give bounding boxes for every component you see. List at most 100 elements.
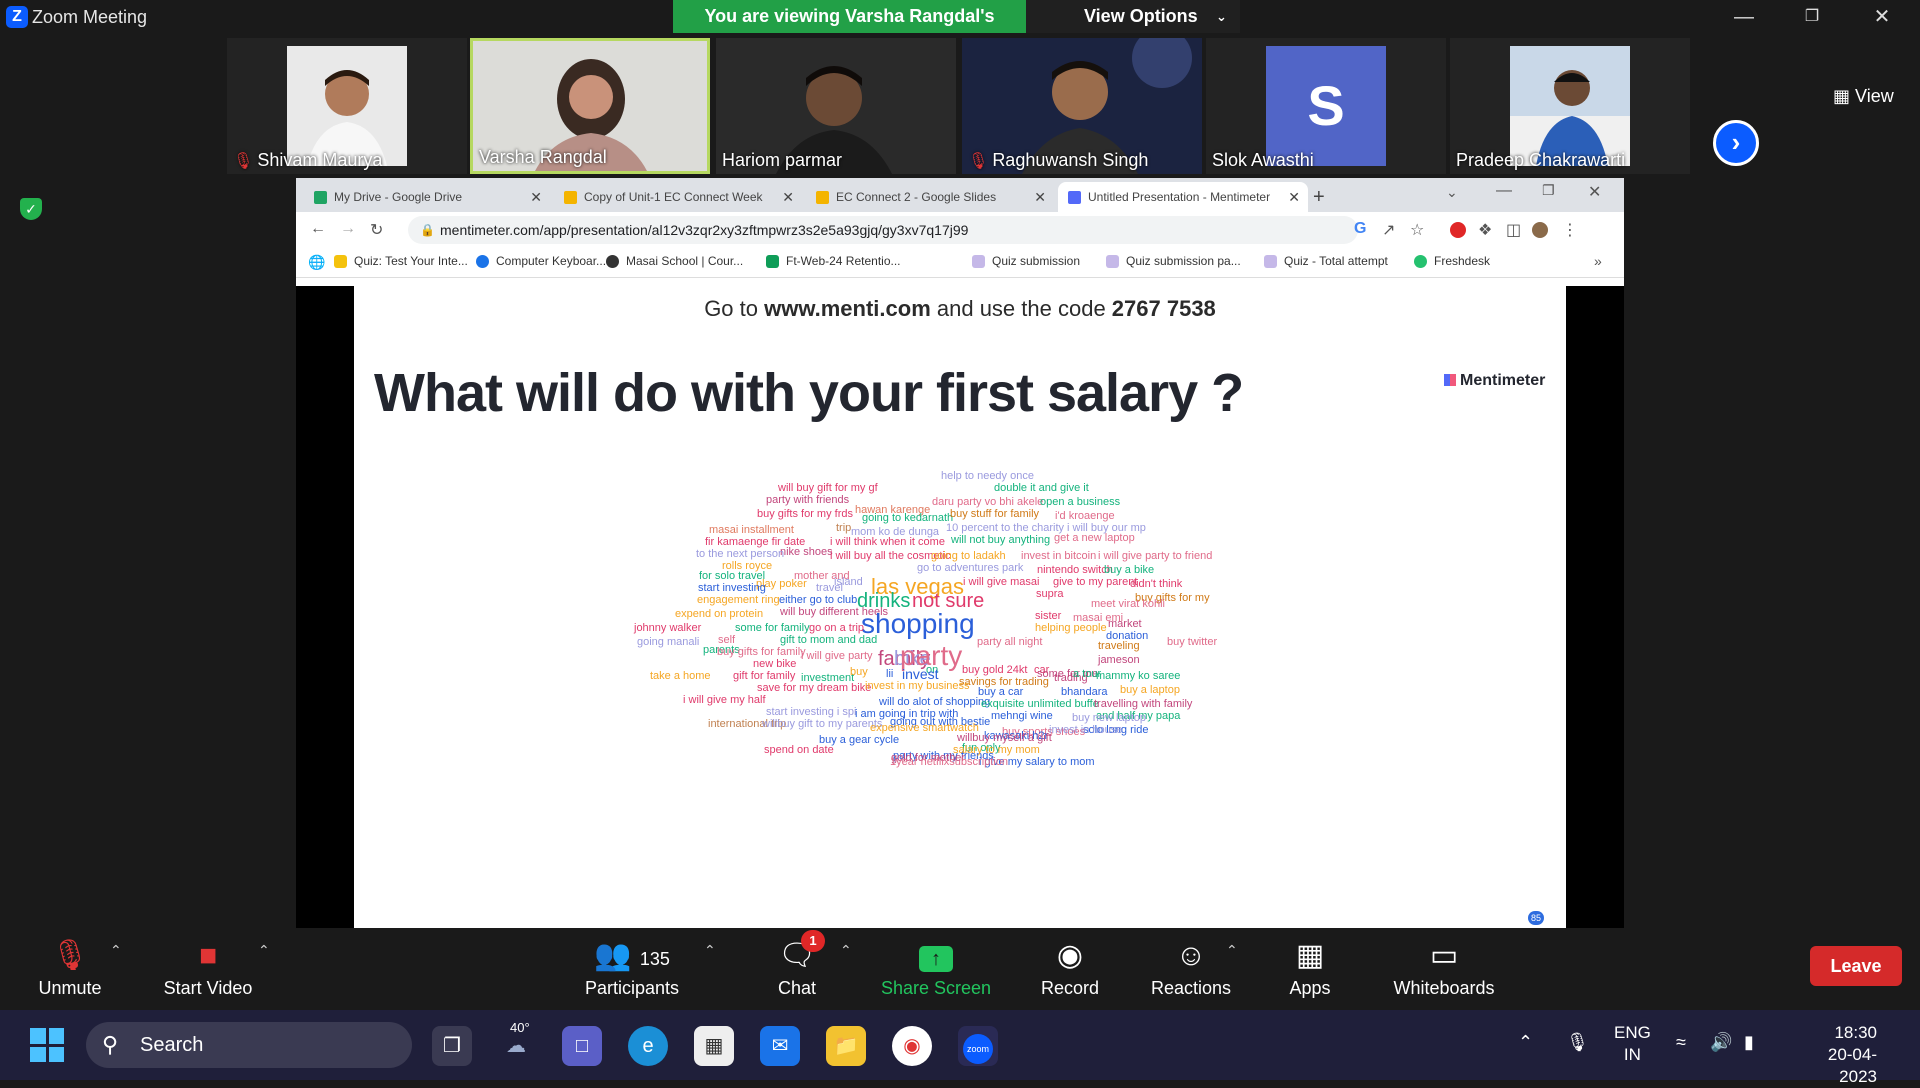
bookmark-item[interactable]: Quiz: Test Your Inte... [334,254,468,268]
word-cloud-word: either go to club [779,594,858,606]
menu-dots-icon[interactable]: ⋮ [1562,220,1578,240]
apps-button[interactable]: ▦ Apps [1280,936,1340,999]
participant-tile[interactable]: Hariom parmar [716,38,956,174]
participant-tile-active[interactable]: Varsha Rangdal [470,38,710,174]
close-tab-icon[interactable]: ✕ [1034,182,1046,212]
restore-button[interactable]: ❐ [1782,0,1842,34]
microsoft-store-icon[interactable]: ▦ [694,1026,734,1066]
battery-icon[interactable]: ▮ [1744,1032,1754,1053]
chrome-icon[interactable]: ◉ [892,1026,932,1066]
start-video-button[interactable]: ■ Start Video [150,936,266,999]
google-icon[interactable]: G [1354,220,1366,238]
bookmark-item[interactable]: Quiz submission [972,254,1080,268]
taskbar-search-box[interactable]: ⚲ Search [86,1022,412,1068]
share-icon[interactable]: ↗ [1382,220,1395,240]
security-shield-icon[interactable]: ✓ [20,198,42,220]
browser-tab[interactable]: EC Connect 2 - Google Slides ✕ [806,182,1054,212]
browser-tab[interactable]: My Drive - Google Drive ✕ [304,182,550,212]
word-cloud-word: traveling [1098,640,1140,652]
zoom-app-icon[interactable]: zoom [958,1026,998,1066]
word-cloud-word: i will give masai [963,576,1040,588]
bookmark-label: Quiz: Test Your Inte... [354,254,468,268]
participant-tile[interactable]: Pradeep Chakrawarti [1450,38,1690,174]
teams-chat-icon[interactable]: □ [562,1026,602,1066]
mail-icon[interactable]: ✉ [760,1026,800,1066]
extension-icon[interactable] [1450,222,1466,238]
word-cloud-word: go to adventures park [917,562,1024,574]
video-options-caret-icon[interactable]: ⌃ [258,942,270,959]
windows-taskbar: ⚲ Search 40° ❐ ☁ □ e ▦ ✉ 📁 ◉ zoom ⌃ 🎙 ENG… [0,1010,1920,1086]
address-bar[interactable]: 🔒 mentimeter.com/app/presentation/al12v3z… [408,216,1358,244]
share-screen-button[interactable]: ↑ Share Screen [876,936,996,999]
star-icon[interactable]: ☆ [1410,220,1424,240]
view-options-button[interactable]: View Options ⌄ [1026,0,1240,33]
word-cloud-word: buy twitter [1167,636,1218,648]
restore-button[interactable]: ❐ [1542,182,1555,199]
wifi-icon[interactable]: ≈ [1676,1032,1686,1053]
microphone-tray-icon[interactable]: 🎙 [1566,1032,1589,1053]
participant-name: Varsha Rangdal [479,147,607,167]
reactions-caret-icon[interactable]: ⌃ [1226,942,1238,959]
new-tab-button[interactable]: + [1313,182,1325,212]
minimize-button[interactable]: — [1714,0,1774,34]
bookmark-item[interactable]: Quiz - Total attempt [1264,254,1388,268]
sidepanel-icon[interactable]: ◫ [1506,220,1521,240]
close-window-button[interactable]: ✕ [1588,182,1601,202]
volume-icon[interactable]: 🔊 [1710,1032,1732,1053]
participant-name: Pradeep Chakrawarti [1456,150,1626,170]
close-button[interactable]: ✕ [1852,0,1912,34]
bookmark-label: Masai School | Cour... [626,254,744,268]
bookmark-item[interactable]: Computer Keyboar... [476,254,606,268]
participant-tile[interactable]: 🎙 Raghuwansh Singh [962,38,1202,174]
word-cloud-word: supra [1036,588,1064,600]
tab-search-icon[interactable]: ⌄ [1446,184,1458,201]
audio-options-caret-icon[interactable]: ⌃ [110,942,122,959]
file-explorer-icon[interactable]: 📁 [826,1026,866,1066]
back-icon[interactable]: ← [310,220,326,238]
reload-icon[interactable]: ↻ [370,220,383,240]
participant-video [1510,46,1630,166]
participant-tile[interactable]: S Slok Awasthi [1206,38,1446,174]
reactions-button[interactable]: ☺ Reactions [1146,936,1236,999]
close-tab-icon[interactable]: ✕ [782,182,794,212]
profile-avatar[interactable] [1532,222,1548,238]
leave-button[interactable]: Leave [1810,946,1902,986]
record-button[interactable]: ◉ Record [1030,936,1110,999]
whiteboards-label: Whiteboards [1393,978,1495,998]
extensions-puzzle-icon[interactable]: ❖ [1478,220,1492,240]
share-screen-label: Share Screen [880,978,992,998]
word-cloud-word: party with friends [766,494,850,506]
clock[interactable]: 18:30 20-04-2023 [1797,1022,1877,1088]
next-page-button[interactable]: › [1713,120,1759,166]
participants-caret-icon[interactable]: ⌃ [704,942,716,959]
forward-icon[interactable]: → [340,220,356,238]
chat-caret-icon[interactable]: ⌃ [840,942,852,959]
participant-tile[interactable]: 🎙 Shivam Maurya [227,38,467,174]
browser-tab[interactable]: Copy of Unit-1 EC Connect Week ✕ [554,182,802,212]
unmute-button[interactable]: 🎙 Unmute [28,936,112,999]
whiteboards-button[interactable]: ▭ Whiteboards [1386,936,1502,999]
close-tab-icon[interactable]: ✕ [1288,182,1300,212]
tray-overflow-icon[interactable]: ⌃ [1518,1032,1533,1053]
close-tab-icon[interactable]: ✕ [530,182,542,212]
weather-cloud-icon[interactable]: ☁ [496,1026,536,1066]
view-layout-button[interactable]: ▦ View [1833,86,1894,107]
bookmark-item[interactable]: Masai School | Cour... [606,254,743,268]
bookmark-item[interactable]: Quiz submission pa... [1106,254,1241,268]
edge-browser-icon[interactable]: e [628,1026,668,1066]
more-bookmarks-icon[interactable]: » [1594,253,1602,269]
language-indicator[interactable]: ENG IN [1614,1022,1651,1066]
shared-browser-window: My Drive - Google Drive ✕ Copy of Unit-1 … [296,178,1624,286]
bookmark-item[interactable]: Freshdesk [1414,254,1490,268]
windows-start-icon[interactable] [30,1028,64,1062]
participants-button[interactable]: 👥 135 Participants [572,936,692,999]
word-cloud-word: johnny walker [634,622,702,634]
minimize-button[interactable]: — [1496,182,1512,200]
word-cloud-word: engagement ring [697,594,780,606]
word-cloud-word: invest in bitcoin [1021,550,1097,562]
task-view-icon[interactable]: ❐ [432,1026,472,1066]
globe-icon[interactable]: 🌐 [308,254,325,271]
bookmark-item[interactable]: Ft-Web-24 Retentio... [766,254,901,268]
bookmark-label: Computer Keyboar... [496,254,607,268]
browser-tab-active[interactable]: Untitled Presentation - Mentimeter ✕ [1058,182,1308,212]
